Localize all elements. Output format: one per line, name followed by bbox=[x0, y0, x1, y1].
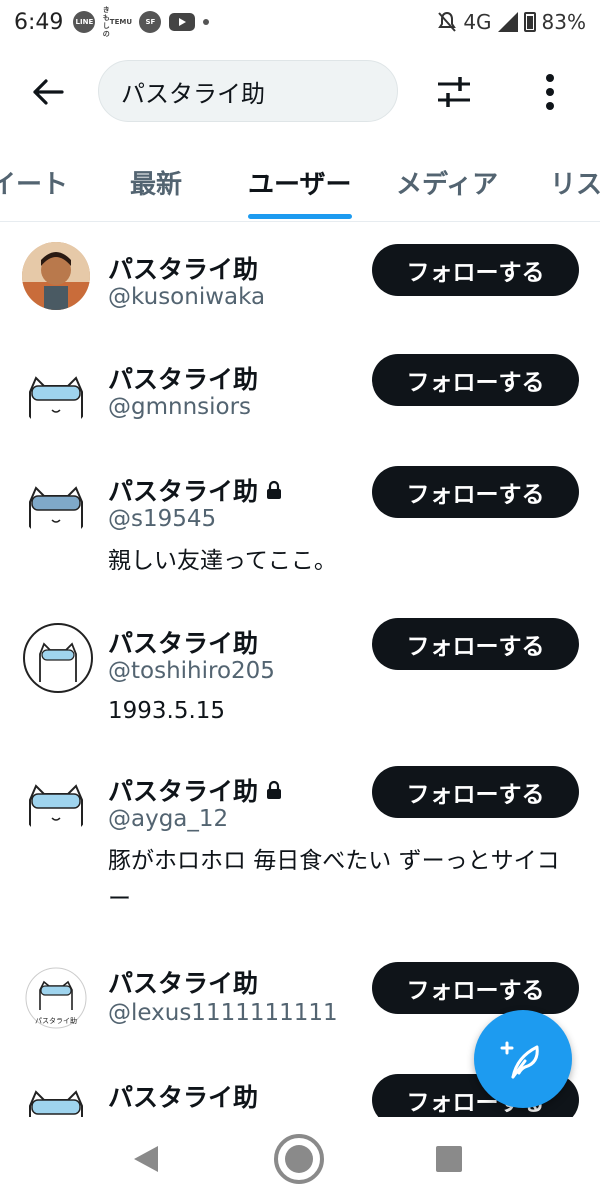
avatar[interactable] bbox=[22, 770, 90, 838]
network-type: 4G bbox=[463, 10, 492, 34]
signal-icon bbox=[497, 12, 518, 32]
search-filter-button[interactable] bbox=[434, 72, 474, 112]
tab-lists[interactable]: リス bbox=[550, 164, 600, 201]
user-display-name: パスタライ助 bbox=[108, 477, 259, 506]
more-options-button[interactable] bbox=[532, 70, 568, 114]
cat-avatar-icon bbox=[29, 376, 83, 428]
user-bio: 1993.5.15 bbox=[108, 698, 226, 724]
user-handle: @ayga_12 bbox=[108, 806, 229, 832]
arrow-left-icon bbox=[33, 79, 64, 105]
cat-avatar-icon bbox=[23, 623, 93, 693]
status-bar: 6:49 LINE きもしの TEMU SF 4G 83% bbox=[0, 0, 600, 44]
user-name: パスタライ助 bbox=[108, 250, 258, 286]
user-bio: 親しい友達ってここ。 bbox=[108, 548, 337, 574]
user-handle: @toshihiro205 bbox=[108, 658, 275, 684]
search-query: パスタライ助 bbox=[121, 79, 265, 108]
cat-avatar-icon bbox=[29, 784, 83, 836]
user-cell[interactable]: パスタライ助 @kusoniwaka フォローする bbox=[0, 222, 600, 332]
user-name: パスタライ助 bbox=[108, 624, 258, 660]
search-tabs: イート 最新 ユーザー メディア リス bbox=[0, 150, 600, 222]
nav-back-icon[interactable] bbox=[132, 1144, 160, 1174]
tab-people[interactable]: ユーザー bbox=[248, 164, 351, 201]
nav-recents-button[interactable] bbox=[436, 1146, 462, 1172]
line-app-icon: LINE bbox=[73, 11, 96, 33]
back-button[interactable] bbox=[28, 72, 68, 112]
battery-level: 83% bbox=[541, 10, 586, 34]
battery-icon bbox=[523, 12, 536, 32]
user-display-name: パスタライ助 bbox=[108, 1083, 259, 1112]
user-name: パスタライ助 bbox=[108, 360, 258, 396]
status-time: 6:49 bbox=[14, 9, 64, 35]
person-photo-avatar bbox=[22, 242, 90, 310]
avatar[interactable]: パスタライ助 bbox=[22, 964, 90, 1032]
user-cell[interactable]: パスタライ助 @s19545 親しい友達ってここ。 フォローする bbox=[0, 444, 600, 594]
cat-avatar-icon bbox=[29, 486, 83, 538]
user-handle: @gmnnsiors bbox=[108, 394, 252, 420]
user-cell[interactable]: パスタライ助 @toshihiro205 1993.5.15 フォローする bbox=[0, 606, 600, 746]
avatar[interactable] bbox=[22, 362, 90, 430]
more-notifications-dot bbox=[203, 19, 210, 25]
avatar[interactable] bbox=[22, 622, 94, 694]
cat-avatar-icon bbox=[29, 1090, 83, 1117]
lock-icon bbox=[267, 480, 282, 499]
avatar-caption: パスタライ助 bbox=[35, 1017, 77, 1025]
user-name: パスタライ助 bbox=[108, 964, 258, 1000]
tab-latest[interactable]: 最新 bbox=[130, 164, 182, 201]
vertical-ellipsis-icon bbox=[546, 74, 554, 110]
search-header: パスタライ助 bbox=[0, 56, 600, 126]
user-handle: @lexus1111111111 bbox=[108, 1000, 338, 1026]
sf-app-icon: SF bbox=[139, 11, 162, 33]
active-tab-indicator bbox=[248, 214, 352, 219]
system-navigation-bar bbox=[0, 1118, 600, 1200]
temu-text: TEMU bbox=[109, 18, 133, 26]
notification-icons: LINE きもしの TEMU SF bbox=[73, 6, 210, 38]
user-name: パスタライ助 bbox=[108, 1078, 258, 1114]
avatar[interactable] bbox=[22, 472, 90, 540]
status-right: 4G 83% bbox=[437, 10, 586, 34]
user-display-name: パスタライ助 bbox=[108, 629, 259, 658]
sliders-icon bbox=[438, 77, 470, 107]
follow-button[interactable]: フォローする bbox=[372, 962, 579, 1014]
bell-off-icon bbox=[438, 11, 457, 32]
user-display-name: パスタライ助 bbox=[108, 969, 259, 998]
nav-home-button[interactable] bbox=[274, 1134, 324, 1184]
user-name: パスタライ助 bbox=[108, 772, 282, 808]
search-input[interactable]: パスタライ助 bbox=[98, 60, 398, 122]
user-display-name: パスタライ助 bbox=[108, 365, 259, 394]
follow-button[interactable]: フォローする bbox=[372, 354, 579, 406]
follow-button[interactable]: フォローする bbox=[372, 244, 579, 296]
temu-app-icon: きもしの TEMU bbox=[103, 6, 133, 38]
user-name: パスタライ助 bbox=[108, 472, 282, 508]
compose-feather-icon bbox=[500, 1041, 539, 1079]
user-handle: @kusoniwaka bbox=[108, 284, 266, 310]
user-display-name: パスタライ助 bbox=[108, 255, 259, 284]
user-display-name: パスタライ助 bbox=[108, 777, 259, 806]
user-handle: @s19545 bbox=[108, 506, 217, 532]
follow-button[interactable]: フォローする bbox=[372, 618, 579, 670]
avatar[interactable] bbox=[22, 242, 90, 310]
lock-icon bbox=[267, 780, 282, 799]
user-bio: 豚がホロホロ 毎日食べたい ずーっとサイコー bbox=[108, 848, 560, 912]
compose-button[interactable] bbox=[474, 1010, 572, 1108]
temu-top-text: きもしの bbox=[102, 6, 110, 38]
follow-button[interactable]: フォローする bbox=[372, 766, 579, 818]
youtube-icon bbox=[169, 13, 196, 31]
tab-top[interactable]: イート bbox=[0, 164, 68, 201]
user-results-list: パスタライ助 @kusoniwaka フォローする パスタライ助 @gmnnsi… bbox=[0, 222, 600, 1117]
user-cell[interactable]: パスタライ助 @gmnnsiors フォローする bbox=[0, 332, 600, 444]
follow-button[interactable]: フォローする bbox=[372, 466, 579, 518]
avatar[interactable] bbox=[22, 1076, 90, 1117]
user-cell[interactable]: パスタライ助 @ayga_12 豚がホロホロ 毎日食べたい ずーっとサイコー フ… bbox=[0, 758, 600, 948]
tab-media[interactable]: メディア bbox=[396, 164, 498, 201]
